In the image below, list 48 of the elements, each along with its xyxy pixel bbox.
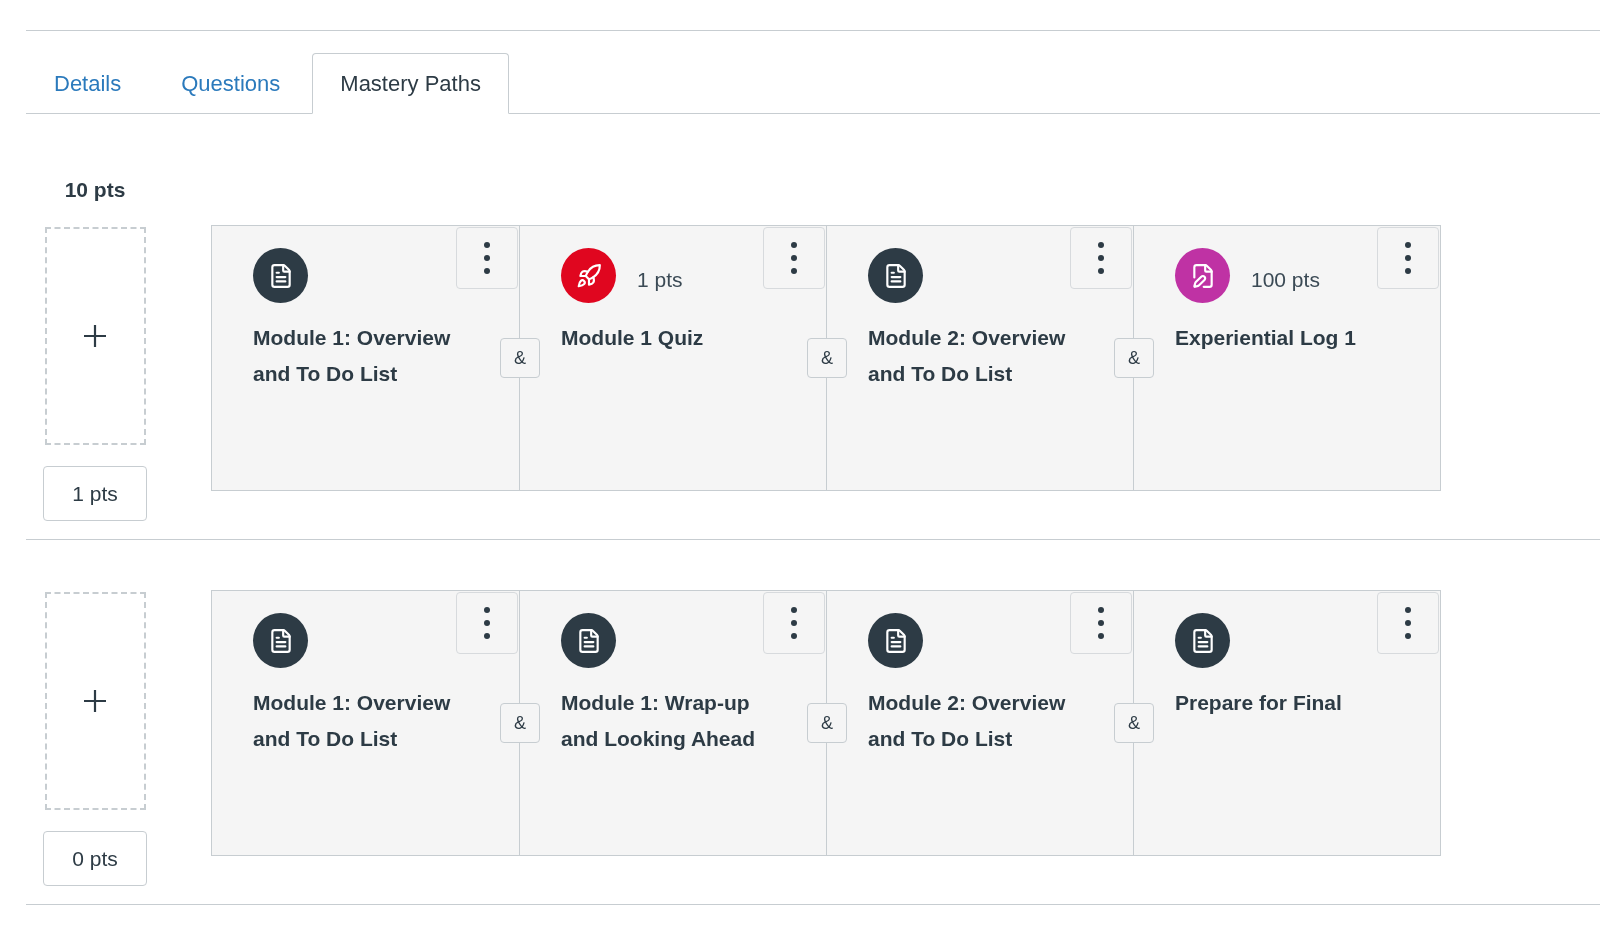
document-icon: [561, 613, 616, 668]
and-toggle-button[interactable]: &: [500, 703, 540, 743]
more-options-button[interactable]: [1377, 592, 1439, 654]
more-options-button[interactable]: [456, 227, 518, 289]
document-icon: [868, 613, 923, 668]
plus-icon: [84, 690, 106, 712]
assignment-title: Experiential Log 1: [1175, 325, 1357, 351]
vertical-dots-icon: [484, 242, 490, 274]
assignment-title: Module 1: Overview and To Do List: [253, 325, 452, 387]
vertical-dots-icon: [791, 242, 797, 274]
document-icon: [253, 248, 308, 303]
vertical-dots-icon: [1405, 242, 1411, 274]
more-options-button[interactable]: [1377, 227, 1439, 289]
more-options-button[interactable]: [1070, 592, 1132, 654]
tab[interactable]: Mastery Paths: [312, 53, 509, 114]
more-options-button[interactable]: [456, 592, 518, 654]
more-options-button[interactable]: [1070, 227, 1132, 289]
vertical-dots-icon: [1098, 607, 1104, 639]
vertical-dots-icon: [791, 607, 797, 639]
assignment-title: Module 1: Overview and To Do List: [253, 690, 452, 752]
points-label: 1 pts: [637, 267, 683, 292]
and-toggle-button[interactable]: &: [500, 338, 540, 378]
vertical-dots-icon: [1098, 242, 1104, 274]
vertical-dots-icon: [484, 607, 490, 639]
document-pencil-icon: [1175, 248, 1230, 303]
upper-score-label: 10 pts: [63, 178, 127, 202]
document-icon: [868, 248, 923, 303]
tab[interactable]: Questions: [153, 53, 309, 114]
points-label: 100 pts: [1251, 267, 1320, 292]
plus-icon: [84, 325, 106, 347]
more-options-button[interactable]: [763, 592, 825, 654]
and-toggle-button[interactable]: &: [807, 703, 847, 743]
assignment-title: Prepare for Final: [1175, 690, 1343, 716]
assignment-title: Module 1: Wrap-up and Looking Ahead: [561, 690, 757, 752]
vertical-dots-icon: [1405, 607, 1411, 639]
and-toggle-button[interactable]: &: [1114, 703, 1154, 743]
and-toggle-button[interactable]: &: [1114, 338, 1154, 378]
assignment-title: Module 2: Overview and To Do List: [868, 690, 1067, 752]
document-icon: [253, 613, 308, 668]
more-options-button[interactable]: [763, 227, 825, 289]
document-icon: [1175, 613, 1230, 668]
assignment-title: Module 2: Overview and To Do List: [868, 325, 1067, 387]
rocket-icon: [561, 248, 616, 303]
tab[interactable]: Details: [26, 53, 150, 114]
and-toggle-button[interactable]: &: [807, 338, 847, 378]
score-field[interactable]: 1 pts: [43, 466, 147, 521]
score-field[interactable]: 0 pts: [43, 831, 147, 886]
assignment-title: Module 1 Quiz: [561, 325, 705, 351]
